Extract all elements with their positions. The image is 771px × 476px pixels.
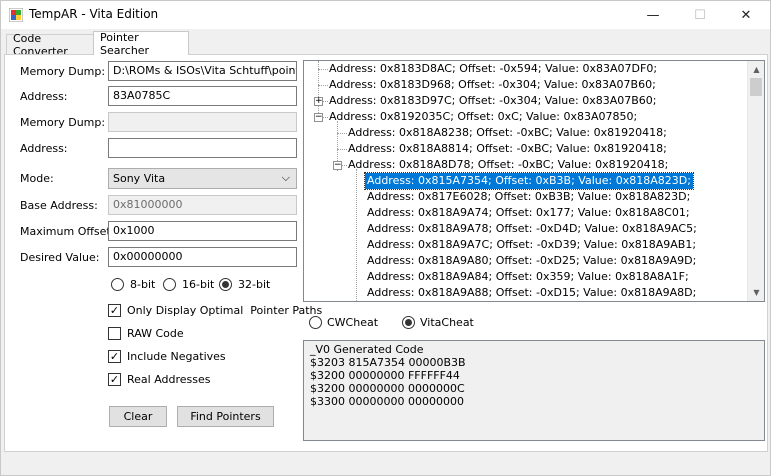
radio-8bit-label: 8-bit — [130, 278, 156, 291]
memory-dump-2-label: Memory Dump: — [20, 116, 106, 129]
tree-scrollbar[interactable]: ▲ ▼ — [747, 61, 764, 301]
collapse-icon[interactable]: − — [314, 113, 323, 122]
tree-node[interactable]: Address: 0x818A8814; Offset: -0xBC; Valu… — [348, 141, 667, 157]
tree-node[interactable]: Address: 0x818A9A78; Offset: -0xD4D; Val… — [367, 221, 697, 237]
chevron-down-icon: ⌵ — [281, 171, 290, 184]
address-2-label: Address: — [20, 142, 68, 155]
desired-value-field[interactable]: 0x00000000 — [108, 247, 297, 267]
code-line: $3300 00000000 00000000 — [310, 395, 464, 408]
tree-node[interactable]: Address: 0x8183D8AC; Offset: -0x594; Val… — [329, 61, 657, 77]
tree-line — [323, 101, 328, 102]
radio-32bit[interactable] — [219, 278, 232, 291]
clear-button[interactable]: Clear — [109, 406, 167, 427]
find-pointers-button[interactable]: Find Pointers — [177, 406, 274, 427]
base-address-field[interactable]: 0x81000000 — [108, 195, 297, 215]
radio-16bit-label: 16-bit — [182, 278, 215, 291]
mode-value: Sony Vita — [113, 172, 166, 185]
tree-node[interactable]: Address: 0x817E6028; Offset: 0xB3B; Valu… — [367, 189, 690, 205]
tree-node[interactable]: Address: 0x818A9A80; Offset: -0xD25; Val… — [367, 253, 696, 269]
include-negatives-label: Include Negatives — [127, 350, 226, 363]
address-label: Address: — [20, 90, 68, 103]
window-title: TempAR - Vita Edition — [29, 7, 159, 21]
tree-line — [337, 133, 347, 134]
tree-node[interactable]: Address: 0x818A8D78; Offset: -0xBC; Valu… — [348, 157, 668, 173]
radio-16bit[interactable] — [163, 278, 176, 291]
address-2-field[interactable] — [108, 138, 297, 158]
tree-node[interactable]: Address: 0x818A9A84; Offset: 0x359; Valu… — [367, 269, 689, 285]
minimize-button[interactable]: — — [630, 1, 676, 29]
close-button[interactable]: ✕ — [723, 1, 769, 29]
tab-code-converter[interactable]: Code Converter — [6, 32, 94, 58]
include-negatives-checkbox[interactable]: ✓ — [108, 350, 121, 363]
code-line: $3200 00000000 FFFFFF44 — [310, 369, 460, 382]
expand-icon[interactable]: + — [314, 97, 323, 106]
raw-code-label: RAW Code — [127, 327, 184, 340]
real-addresses-checkbox[interactable]: ✓ — [108, 373, 121, 386]
radio-32bit-label: 32-bit — [238, 278, 271, 291]
desired-value-label: Desired Value: — [20, 251, 100, 264]
radio-cwcheat-label: CWCheat — [327, 316, 379, 329]
radio-vitacheat-label: VitaCheat — [420, 316, 474, 329]
collapse-icon[interactable]: − — [333, 161, 342, 170]
address-field[interactable]: 83A0785C — [108, 86, 297, 106]
mode-label: Mode: — [20, 172, 54, 185]
memory-dump-label: Memory Dump: — [20, 65, 106, 78]
app-icon — [9, 8, 23, 22]
tree-line — [342, 165, 347, 166]
code-line: _V0 Generated Code — [310, 343, 424, 356]
radio-vitacheat[interactable] — [402, 316, 415, 329]
raw-code-checkbox[interactable] — [108, 327, 121, 340]
tree-node[interactable]: Address: 0x818A9A88; Offset: -0xD15; Val… — [367, 285, 696, 301]
maximize-button[interactable]: ☐ — [677, 1, 723, 29]
tree-node-selected[interactable]: Address: 0x815A7354; Offset: 0xB3B; Valu… — [364, 172, 694, 190]
optimal-paths-checkbox[interactable]: ✓ — [108, 304, 121, 317]
tree-line — [318, 69, 328, 70]
tree-line — [356, 169, 357, 301]
tree-node[interactable]: Address: 0x8183D968; Offset: -0x304; Val… — [329, 77, 656, 93]
scroll-up-icon[interactable]: ▲ — [748, 61, 764, 78]
max-offset-label: Maximum Offset: — [20, 225, 115, 238]
generated-code-output[interactable]: _V0 Generated Code $3203 815A7354 00000B… — [303, 340, 765, 441]
tree-node[interactable]: Address: 0x8183D97C; Offset: -0x304; Val… — [329, 93, 656, 109]
code-line: $3203 815A7354 00000B3B — [310, 356, 466, 369]
max-offset-field[interactable]: 0x1000 — [108, 221, 297, 241]
optimal-paths-label: Only Display Optimal Pointer Paths — [127, 304, 323, 317]
real-addresses-label: Real Addresses — [127, 373, 211, 386]
tree-node[interactable]: Address: 0x8192035C; Offset: 0xC; Value:… — [329, 109, 637, 125]
base-address-label: Base Address: — [20, 199, 98, 212]
radio-8bit[interactable] — [111, 278, 124, 291]
scroll-thumb[interactable] — [750, 78, 762, 96]
radio-cwcheat[interactable] — [309, 316, 322, 329]
tree-line — [318, 85, 328, 86]
tree-line — [323, 117, 328, 118]
tree-node[interactable]: Address: 0x818A9A7C; Offset: -0xD39; Val… — [367, 237, 696, 253]
app-window: TempAR - Vita Edition — ☐ ✕ Code Convert… — [0, 0, 771, 476]
memory-dump-field[interactable]: D:\ROMs & ISOs\Vita Schtuff\pointer_ — [108, 61, 297, 81]
code-line: $3200 00000000 0000000C — [310, 382, 465, 395]
scroll-down-icon[interactable]: ▼ — [748, 284, 764, 301]
pointer-tree[interactable]: + − − Address: 0x8183D8AC; Offset: -0x59… — [303, 60, 765, 302]
mode-select[interactable]: Sony Vita ⌵ — [108, 168, 297, 189]
memory-dump-2-field[interactable] — [108, 112, 297, 132]
tree-node[interactable]: Address: 0x818A9A74; Offset: 0x177; Valu… — [367, 205, 690, 221]
tree-node[interactable]: Address: 0x818A8238; Offset: -0xBC; Valu… — [348, 125, 667, 141]
tree-line — [337, 149, 347, 150]
tab-pointer-searcher[interactable]: Pointer Searcher — [93, 31, 189, 57]
title-bar: TempAR - Vita Edition — ☐ ✕ — [1, 1, 770, 29]
